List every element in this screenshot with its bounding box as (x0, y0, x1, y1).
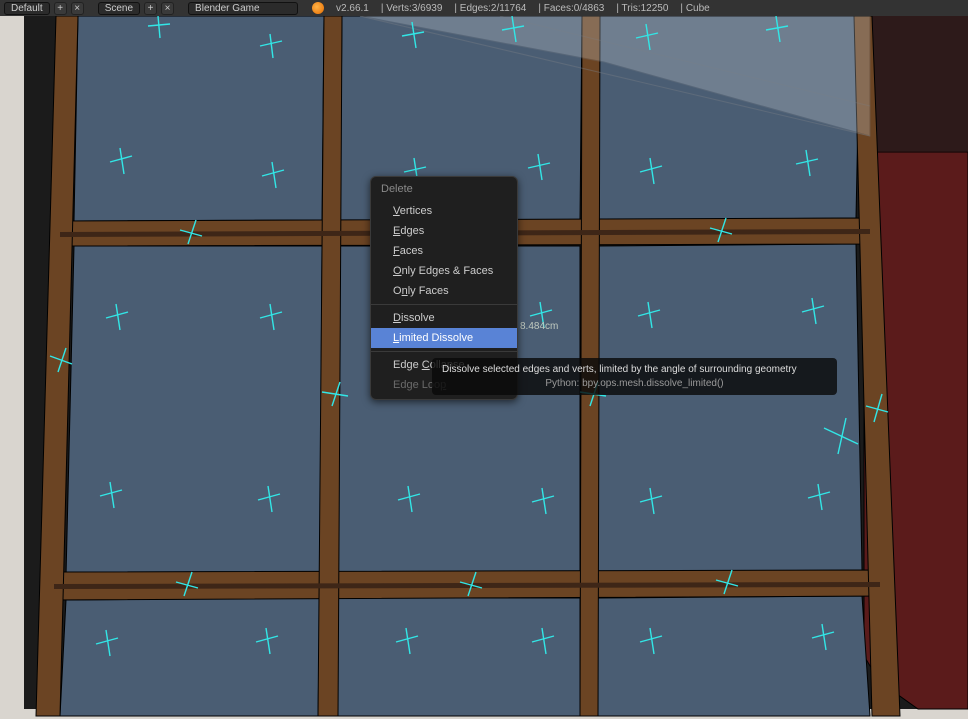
blender-icon (312, 2, 324, 14)
menu-item-faces[interactable]: Faces (371, 241, 517, 261)
tooltip-python: Python: bpy.ops.mesh.dissolve_limited() (442, 378, 827, 389)
menu-title: Delete (371, 177, 517, 201)
menu-item-only-edges-faces[interactable]: Only Edges & Faces (371, 261, 517, 281)
stats-tris: | Tris:12250 (616, 3, 668, 14)
menu-separator-2 (371, 351, 517, 352)
scene-dropdown[interactable]: Scene (98, 2, 140, 15)
stats-object: | Cube (680, 3, 709, 14)
menu-item-limited-dissolve[interactable]: Limited Dissolve (371, 328, 517, 348)
menu-item-only-faces[interactable]: Only Faces (371, 281, 517, 301)
menu-separator (371, 304, 517, 305)
engine-dropdown[interactable]: Blender Game (188, 2, 298, 15)
menu-item-dissolve[interactable]: Dissolve (371, 308, 517, 328)
stats-edges: | Edges:2/11764 (454, 3, 526, 14)
layout-add-button[interactable]: + (54, 2, 67, 15)
scene-add-button[interactable]: + (144, 2, 157, 15)
stats-verts: | Verts:3/6939 (381, 3, 443, 14)
scene-close-button[interactable]: × (161, 2, 174, 15)
stats-version: v2.66.1 (336, 3, 369, 14)
tooltip-description: Dissolve selected edges and verts, limit… (442, 364, 827, 375)
layout-dropdown[interactable]: Default (4, 2, 50, 15)
3d-viewport[interactable]: 8.484cm Delete Vertices Edges Faces Only… (0, 16, 968, 719)
layout-close-button[interactable]: × (71, 2, 84, 15)
menu-item-edges[interactable]: Edges (371, 221, 517, 241)
menu-item-vertices[interactable]: Vertices (371, 201, 517, 221)
top-header: Default + × Scene + × Blender Game v2.66… (0, 0, 968, 16)
tooltip: Dissolve selected edges and verts, limit… (432, 358, 837, 395)
stats-faces: | Faces:0/4863 (538, 3, 604, 14)
